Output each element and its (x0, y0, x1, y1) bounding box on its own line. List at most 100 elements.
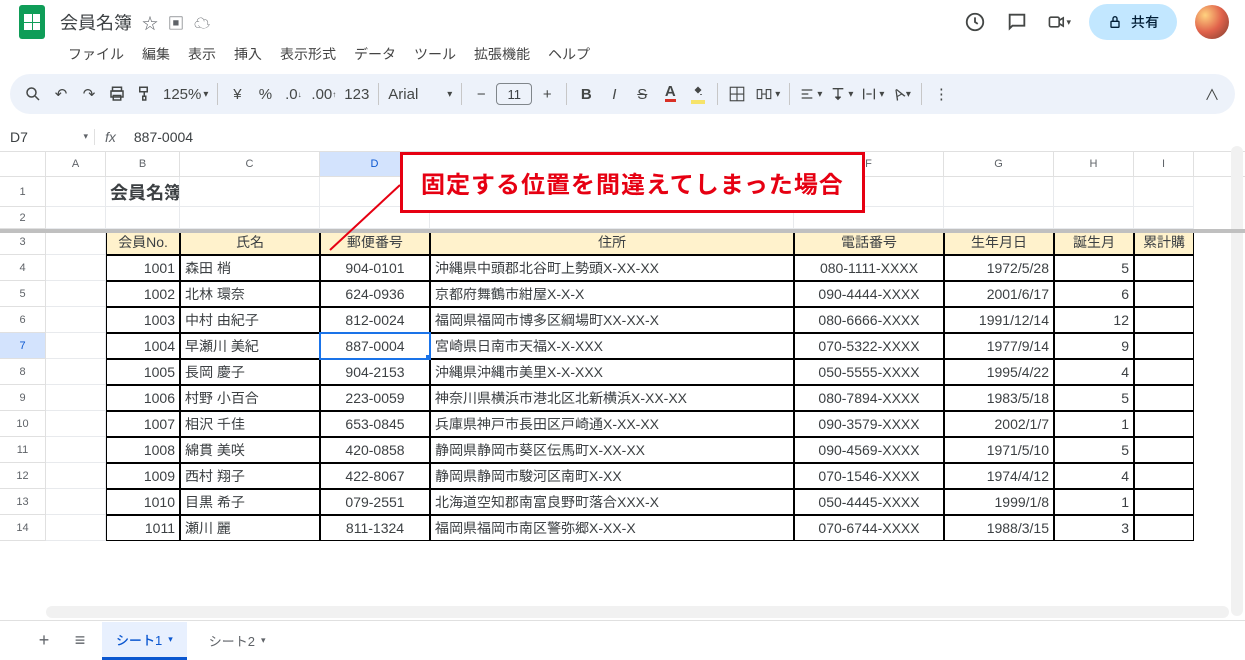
cell[interactable]: 070-6744-XXXX (794, 515, 944, 541)
cell[interactable]: 沖縄県沖縄市美里X-X-XXX (430, 359, 794, 385)
cell[interactable]: 223-0059 (320, 385, 430, 411)
bold-button[interactable]: B (573, 80, 599, 108)
cell[interactable] (46, 437, 106, 463)
cell[interactable]: 904-2153 (320, 359, 430, 385)
row-header[interactable]: 1 (0, 177, 46, 207)
cell[interactable] (46, 281, 106, 307)
cell[interactable]: 050-4445-XXXX (794, 489, 944, 515)
cell[interactable]: 1007 (106, 411, 180, 437)
cell[interactable]: 1009 (106, 463, 180, 489)
cell[interactable]: 5 (1054, 255, 1134, 281)
cell[interactable]: 瀬川 麗 (180, 515, 320, 541)
cell[interactable]: 神奈川県横浜市港北区北新横浜X-XX-XX (430, 385, 794, 411)
cell[interactable]: 1991/12/14 (944, 307, 1054, 333)
cell[interactable]: 812-0024 (320, 307, 430, 333)
cell[interactable]: 4 (1054, 359, 1134, 385)
cell[interactable] (46, 255, 106, 281)
formula-input[interactable]: 887-0004 (126, 129, 193, 145)
row-header[interactable]: 11 (0, 437, 46, 463)
cell[interactable]: 3 (1054, 515, 1134, 541)
cell[interactable]: 1001 (106, 255, 180, 281)
cloud-icon[interactable]: ☁ (194, 10, 210, 34)
row-header[interactable]: 10 (0, 411, 46, 437)
history-icon[interactable] (963, 10, 987, 34)
col-header-B[interactable]: B (106, 152, 180, 176)
fill-color-button[interactable] (685, 80, 711, 108)
cell[interactable]: 1002 (106, 281, 180, 307)
row-header[interactable]: 2 (0, 207, 46, 229)
cell[interactable]: 811-1324 (320, 515, 430, 541)
cell[interactable]: 090-4444-XXXX (794, 281, 944, 307)
menu-extensions[interactable]: 拡張機能 (466, 40, 538, 68)
cell[interactable] (46, 463, 106, 489)
increase-decimal-button[interactable]: .00↑ (308, 80, 339, 108)
cell[interactable]: 京都府舞鶴市紺屋X-X-X (430, 281, 794, 307)
cell[interactable]: 080-7894-XXXX (794, 385, 944, 411)
cell[interactable]: 4 (1054, 463, 1134, 489)
cell[interactable]: 1003 (106, 307, 180, 333)
cell[interactable]: 070-5322-XXXX (794, 333, 944, 359)
comment-icon[interactable] (1005, 10, 1029, 34)
cell[interactable]: 1971/5/10 (944, 437, 1054, 463)
cell[interactable]: 080-6666-XXXX (794, 307, 944, 333)
document-title[interactable]: 会員名簿 (60, 9, 132, 35)
cell[interactable]: 1995/4/22 (944, 359, 1054, 385)
wrap-button[interactable]: ▾ (858, 80, 887, 108)
cell[interactable] (1134, 255, 1194, 281)
cell[interactable] (46, 385, 106, 411)
row-header[interactable]: 6 (0, 307, 46, 333)
cell[interactable] (46, 359, 106, 385)
cell[interactable]: 宮崎県日南市天福X-X-XXX (430, 333, 794, 359)
row-header[interactable]: 12 (0, 463, 46, 489)
cell[interactable]: 村野 小百合 (180, 385, 320, 411)
paint-format-button[interactable] (132, 80, 158, 108)
user-avatar[interactable] (1195, 5, 1229, 39)
add-sheet-button[interactable]: + (30, 627, 58, 655)
cell[interactable] (46, 411, 106, 437)
cell[interactable]: 1 (1054, 489, 1134, 515)
decrease-font-button[interactable]: − (468, 80, 494, 108)
meet-icon[interactable]: ▾ (1047, 10, 1071, 34)
cell[interactable] (46, 307, 106, 333)
share-button[interactable]: 共有 (1089, 4, 1177, 40)
cell[interactable] (1134, 411, 1194, 437)
cell[interactable] (944, 177, 1054, 207)
cell[interactable]: 9 (1054, 333, 1134, 359)
font-dropdown[interactable]: Arial▾ (385, 80, 455, 108)
cell[interactable]: 1988/3/15 (944, 515, 1054, 541)
cell[interactable] (1134, 437, 1194, 463)
cell[interactable]: 12 (1054, 307, 1134, 333)
row-header[interactable]: 4 (0, 255, 46, 281)
more-formats-button[interactable]: 123 (341, 80, 372, 108)
menu-edit[interactable]: 編集 (134, 40, 178, 68)
cell[interactable] (180, 207, 320, 229)
cell[interactable]: 綿貫 美咲 (180, 437, 320, 463)
menu-format[interactable]: 表示形式 (272, 40, 344, 68)
menu-insert[interactable]: 挿入 (226, 40, 270, 68)
font-size-input[interactable]: 11 (496, 83, 532, 105)
cell[interactable]: 中村 由紀子 (180, 307, 320, 333)
col-header-I[interactable]: I (1134, 152, 1194, 176)
cell[interactable]: 早瀬川 美紀 (180, 333, 320, 359)
cell[interactable]: 1011 (106, 515, 180, 541)
strikethrough-button[interactable]: S (629, 80, 655, 108)
halign-button[interactable]: ▾ (796, 80, 825, 108)
cell[interactable]: 070-1546-XXXX (794, 463, 944, 489)
increase-font-button[interactable]: + (534, 80, 560, 108)
cell[interactable]: 北林 環奈 (180, 281, 320, 307)
col-header-A[interactable]: A (46, 152, 106, 176)
cell[interactable]: 1972/5/28 (944, 255, 1054, 281)
currency-button[interactable]: ¥ (224, 80, 250, 108)
cell[interactable]: 2002/1/7 (944, 411, 1054, 437)
sheets-logo[interactable] (12, 2, 52, 42)
cell[interactable]: 1006 (106, 385, 180, 411)
cell[interactable] (1134, 359, 1194, 385)
zoom-dropdown[interactable]: 125%▾ (160, 80, 211, 108)
cell[interactable]: 2001/6/17 (944, 281, 1054, 307)
cell[interactable] (1134, 333, 1194, 359)
cell[interactable]: 1974/4/12 (944, 463, 1054, 489)
cell[interactable]: 5 (1054, 385, 1134, 411)
cell[interactable]: 422-8067 (320, 463, 430, 489)
sheet-tab-1[interactable]: シート1▾ (102, 622, 187, 660)
percent-button[interactable]: % (252, 80, 278, 108)
